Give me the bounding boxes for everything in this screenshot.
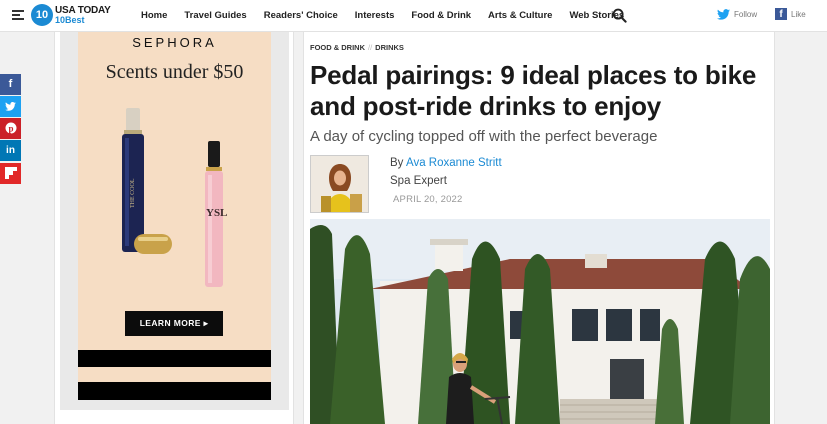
nav-arts-culture[interactable]: Arts & Culture xyxy=(488,10,552,21)
perfume-bottles-image: THE COOL YSL xyxy=(122,108,227,287)
breadcrumb: FOOD & DRINK//DRINKS xyxy=(310,43,404,52)
nav-interests[interactable]: Interests xyxy=(355,10,395,21)
publish-date: APRIL 20, 2022 xyxy=(393,194,463,205)
facebook-like-label: Like xyxy=(791,9,806,19)
ad-stripe-1 xyxy=(78,350,271,367)
svg-text:YSL: YSL xyxy=(206,207,227,219)
logo-text-10best[interactable]: 10Best xyxy=(55,15,85,25)
svg-text:THE COOL: THE COOL xyxy=(130,178,136,208)
twitter-bird-icon xyxy=(717,9,730,20)
share-flipboard-icon[interactable] xyxy=(0,163,21,184)
share-linkedin-icon[interactable]: in xyxy=(0,140,21,161)
twitter-follow-button[interactable]: Follow xyxy=(717,9,757,20)
breadcrumb-food-drink[interactable]: FOOD & DRINK xyxy=(310,43,365,52)
article-title: Pedal pairings: 9 ideal places to bike a… xyxy=(310,60,757,121)
facebook-icon: f xyxy=(775,8,787,20)
logo-badge[interactable]: 10 xyxy=(31,4,53,26)
ad-brand: SEPHORA xyxy=(132,35,217,50)
ad-headline: Scents under $50 xyxy=(105,61,244,83)
byline: By Ava Roxanne Stritt xyxy=(390,157,502,169)
nav-home[interactable]: Home xyxy=(141,10,167,21)
twitter-follow-label: Follow xyxy=(734,10,758,19)
share-pinterest-icon[interactable]: p xyxy=(0,118,21,139)
breadcrumb-drinks[interactable]: DRINKS xyxy=(375,43,404,52)
learn-more-button[interactable]: LEARN MORE ▸ xyxy=(125,311,223,336)
share-facebook-icon[interactable]: f xyxy=(0,74,21,95)
ad-stripe-2 xyxy=(78,382,271,400)
nav-travel-guides[interactable]: Travel Guides xyxy=(184,10,246,21)
article-subtitle: A day of cycling topped off with the per… xyxy=(310,128,658,145)
breadcrumb-separator: // xyxy=(368,43,373,52)
author-role: Spa Expert xyxy=(390,175,447,187)
nav-food-drink[interactable]: Food & Drink xyxy=(411,10,471,21)
menu-icon[interactable] xyxy=(12,10,24,20)
facebook-like-button[interactable]: f Like xyxy=(775,8,806,20)
share-twitter-icon[interactable] xyxy=(0,96,21,117)
site-header: 10 USA TODAY 10Best Home Travel Guides R… xyxy=(0,0,827,32)
sephora-ad[interactable]: SEPHORA Scents under $50 THE COOL YSL LE… xyxy=(78,32,271,400)
main-nav: Home Travel Guides Readers' Choice Inter… xyxy=(141,10,641,21)
author-avatar[interactable] xyxy=(310,155,369,213)
svg-text:p: p xyxy=(8,124,13,134)
hero-image[interactable] xyxy=(310,219,770,424)
article: FOOD & DRINK//DRINKS Pedal pairings: 9 i… xyxy=(303,32,775,424)
author-link[interactable]: Ava Roxanne Stritt xyxy=(406,157,502,169)
byline-prefix: By xyxy=(390,157,404,169)
nav-readers-choice[interactable]: Readers' Choice xyxy=(264,10,338,21)
search-icon[interactable] xyxy=(612,8,627,23)
